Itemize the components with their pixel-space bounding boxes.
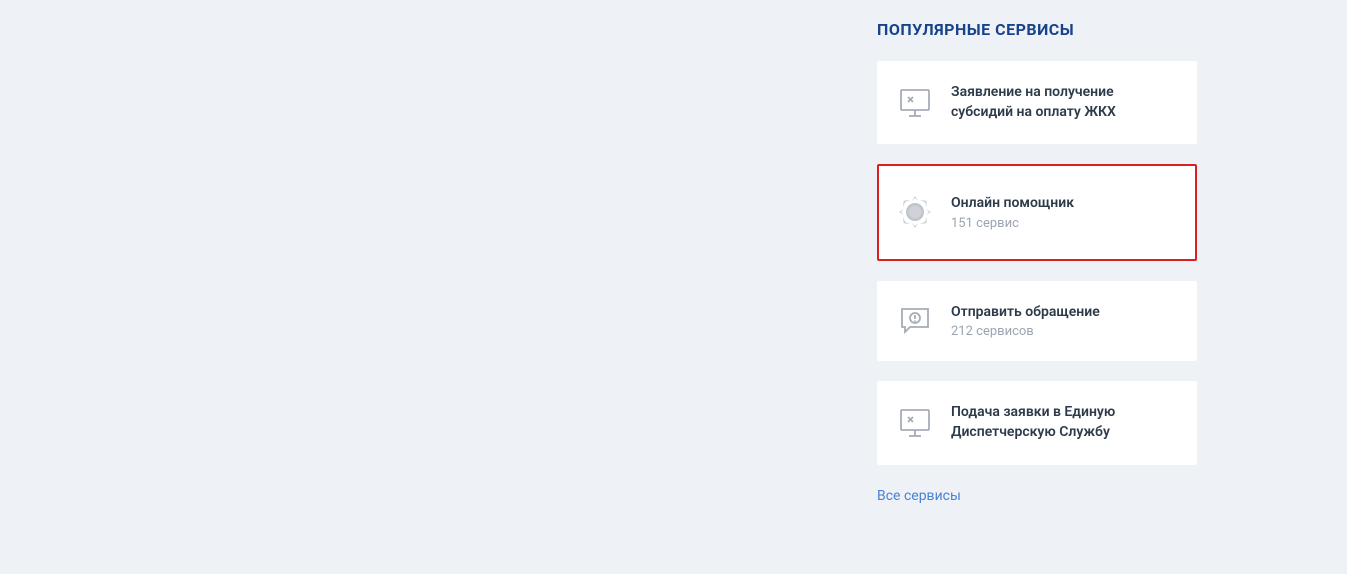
card-title: Заявление на получение субсидий на оплат… [951,83,1177,122]
gear-badge-icon [897,194,933,230]
card-subtitle: 212 сервисов [951,324,1177,339]
card-text: Заявление на получение субсидий на оплат… [951,83,1177,122]
service-card-send-request[interactable]: Отправить обращение 212 сервисов [877,281,1197,362]
monitor-icon [897,85,933,121]
card-text: Онлайн помощник 151 сервис [951,194,1177,231]
service-card-online-assistant[interactable]: Онлайн помощник 151 сервис [877,164,1197,261]
all-services-link[interactable]: Все сервисы [877,488,961,504]
card-subtitle: 151 сервис [951,216,1177,231]
section-title: ПОПУЛЯРНЫЕ СЕРВИСЫ [877,20,1197,39]
chat-alert-icon [897,303,933,339]
service-card-subsidy[interactable]: Заявление на получение субсидий на оплат… [877,61,1197,144]
card-title: Отправить обращение [951,303,1177,323]
monitor-icon [897,405,933,441]
popular-services-sidebar: ПОПУЛЯРНЫЕ СЕРВИСЫ Заявление на получени… [877,20,1197,504]
card-title: Подача заявки в Единую Диспетчерскую Слу… [951,403,1177,442]
card-title: Онлайн помощник [951,194,1177,214]
service-card-dispatch[interactable]: Подача заявки в Единую Диспетчерскую Слу… [877,381,1197,464]
card-text: Отправить обращение 212 сервисов [951,303,1177,340]
card-text: Подача заявки в Единую Диспетчерскую Слу… [951,403,1177,442]
